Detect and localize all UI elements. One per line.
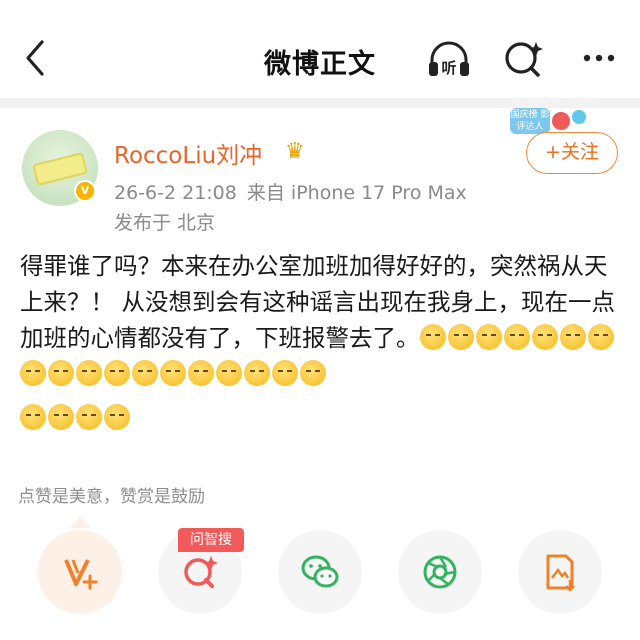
sleepy-face-emoji [447, 324, 474, 350]
badge-decoration-icon [572, 110, 586, 124]
vplus-button[interactable] [38, 530, 122, 614]
back-button[interactable] [18, 36, 52, 80]
ranking-badge[interactable]: 国庆榜 影评达人 [510, 108, 550, 134]
sleepy-face-emoji [587, 324, 614, 350]
vplus-icon [64, 559, 98, 590]
verified-badge-icon: v [74, 180, 96, 202]
sleepy-face-emoji [76, 404, 102, 430]
bottom-fade [0, 624, 640, 640]
sleepy-face-emoji [76, 360, 102, 386]
section-divider [0, 98, 640, 108]
wechat-icon [301, 555, 339, 588]
share-wechat-button[interactable] [278, 530, 362, 614]
sleepy-face-emoji [531, 324, 558, 350]
crown-icon[interactable]: ♛ [285, 139, 305, 164]
post-date: 26-6-2 21:08 [114, 182, 237, 204]
sleepy-face-emoji [188, 360, 214, 386]
search-sparkle-icon [505, 42, 543, 77]
listen-button[interactable]: 听 [425, 36, 473, 80]
username[interactable]: RoccoLiu刘冲 [114, 136, 262, 170]
sleepy-face-emoji [48, 404, 74, 430]
smart-search-button[interactable] [500, 36, 548, 80]
chevron-left-icon [26, 40, 44, 76]
sleepy-face-emoji [20, 404, 46, 430]
follow-button[interactable]: +关注 [526, 132, 618, 174]
sleepy-face-emoji [104, 360, 130, 386]
save-image-icon [546, 554, 575, 592]
share-moments-button[interactable] [398, 530, 482, 614]
sleepy-face-emoji [300, 360, 326, 386]
sleepy-face-emoji [419, 324, 446, 350]
sleepy-face-emoji [20, 360, 46, 386]
headphones-icon: 听 [429, 41, 469, 77]
sleepy-face-emoji [160, 360, 186, 386]
post-location: 发布于 北京 [114, 212, 216, 234]
post-source: 来自 iPhone 17 Pro Max [246, 182, 467, 204]
listen-label: 听 [441, 59, 456, 77]
sleepy-face-emoji [559, 324, 586, 350]
weibo-post-screen: 微博正文 听 v RoccoLiu刘冲 ♛ 26-6-2 21:08 来自 iP… [0, 0, 640, 640]
sleepy-face-emoji [132, 360, 158, 386]
emoji-row [20, 404, 132, 430]
sleepy-face-emoji [272, 360, 298, 386]
moments-icon [423, 555, 457, 589]
sleepy-face-emoji [48, 360, 74, 386]
badge-decoration-icon [552, 112, 570, 130]
search-sparkle-icon [184, 556, 218, 588]
sleepy-face-emoji [244, 360, 270, 386]
reward-caption: 点赞是美意，赞赏是鼓励 [18, 487, 205, 507]
sleepy-face-emoji [104, 404, 130, 430]
more-button[interactable] [582, 48, 616, 68]
save-image-button[interactable] [518, 530, 602, 614]
post-meta: 26-6-2 21:08 来自 iPhone 17 Pro Max [114, 178, 467, 205]
ask-smart-search-badge: 问智搜 [178, 528, 244, 552]
sleepy-face-emoji [475, 324, 502, 350]
more-dots-icon [583, 54, 615, 62]
status-bar [0, 0, 640, 6]
active-pointer [70, 516, 90, 528]
post-text: 得罪谁了吗？本来在办公室加班加得好好的，突然祸从天上来？！ 从没想到会有这种谣言… [20, 248, 624, 392]
top-nav-bar: 微博正文 听 [0, 18, 640, 98]
sleepy-face-emoji [216, 360, 242, 386]
sleepy-face-emoji [503, 324, 530, 350]
